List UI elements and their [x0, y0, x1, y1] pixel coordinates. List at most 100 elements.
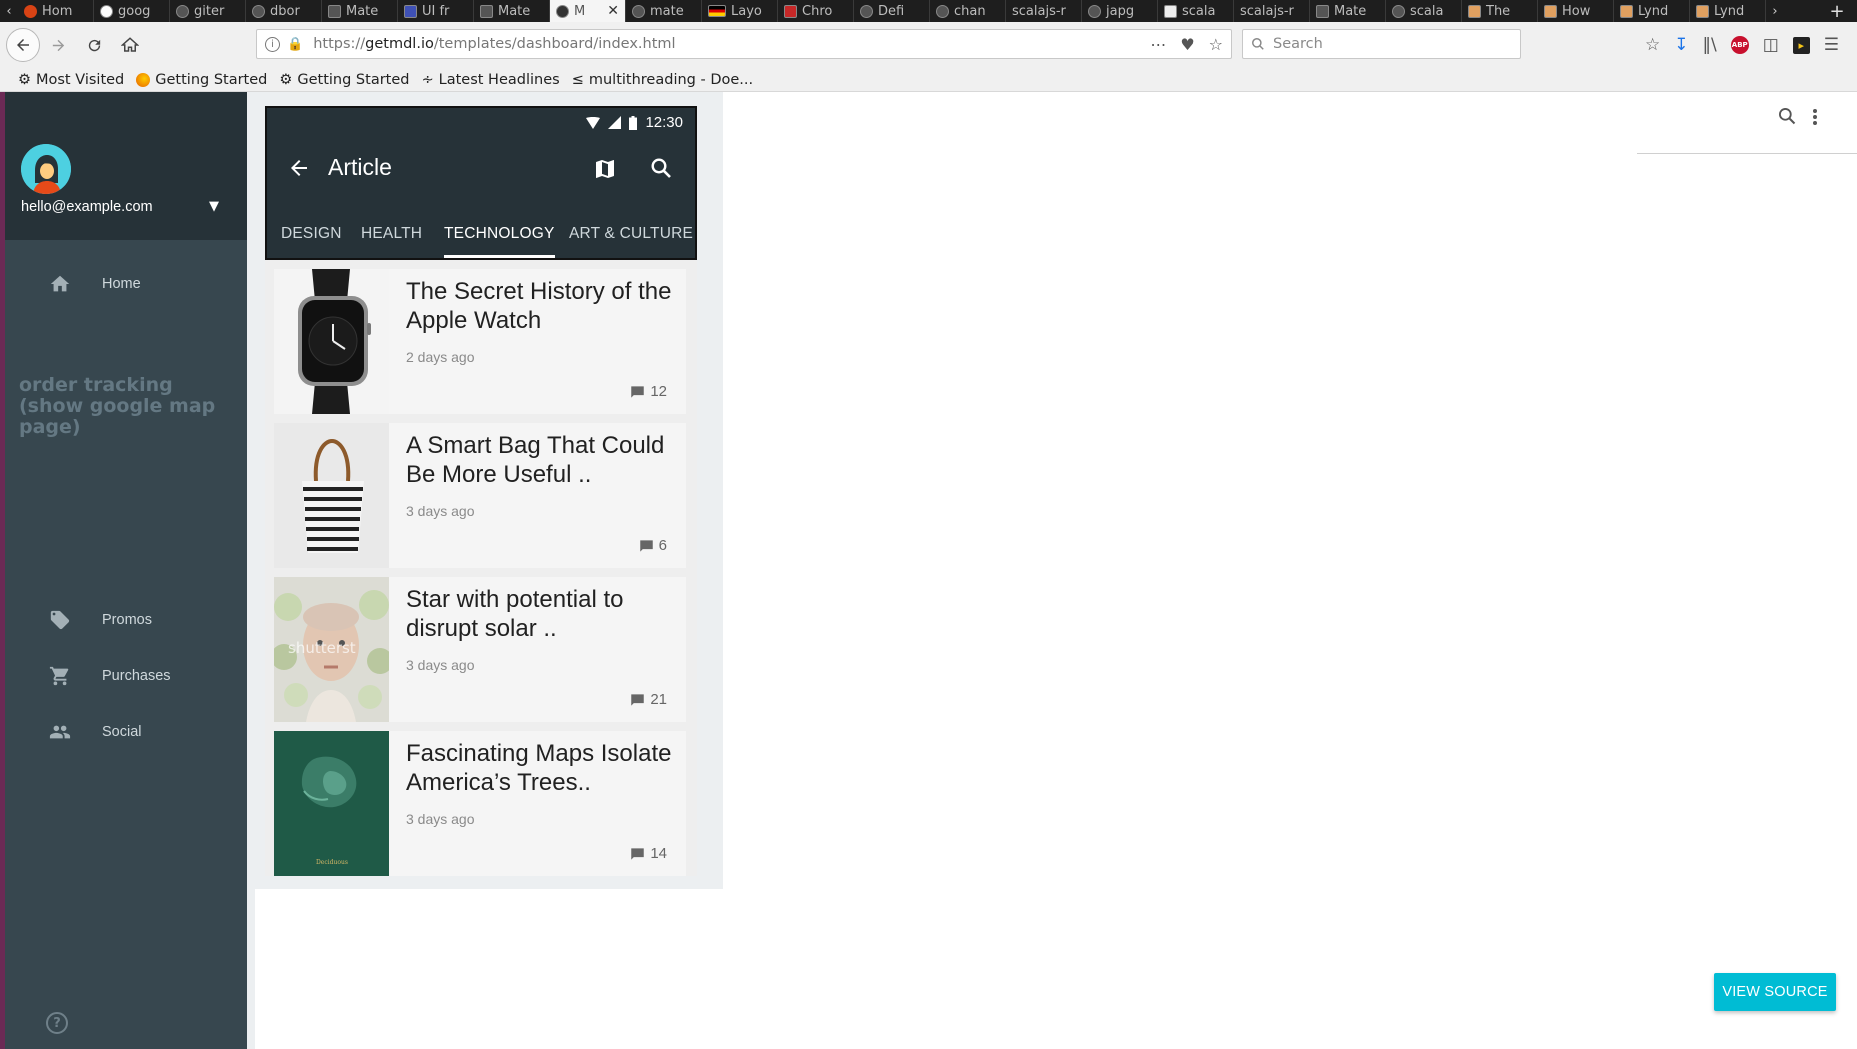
page-actions-icon[interactable]: ⋯	[1150, 35, 1166, 54]
github-icon	[252, 4, 265, 18]
portrait-image: shutterst	[274, 577, 389, 722]
gear-icon: ⚙	[18, 71, 31, 88]
reading-list-icon[interactable]: ☆	[1645, 35, 1660, 55]
browser-tab[interactable]: japg	[1082, 0, 1158, 22]
article-card[interactable]: shutterst Star with potential to disrupt…	[274, 577, 686, 722]
drawer-item-home[interactable]: Home	[5, 262, 247, 306]
browser-tab[interactable]: scalajs-r	[1234, 0, 1310, 22]
tab-technology[interactable]: TECHNOLOGY	[444, 208, 555, 260]
browser-tab[interactable]: giter	[170, 0, 246, 22]
mdl-icon	[556, 4, 569, 18]
browser-tab[interactable]: scala	[1158, 0, 1234, 22]
comment-count-value: 6	[658, 537, 667, 554]
download-icon[interactable]: ↧	[1674, 35, 1688, 55]
lock-icon[interactable]: 🔒	[287, 37, 303, 52]
browser-tab[interactable]: How	[1538, 0, 1614, 22]
tab-label: mate	[650, 3, 684, 19]
article-card[interactable]: Deciduous Fascinating Maps Isolate Ameri…	[274, 731, 686, 876]
tab-health[interactable]: HEALTH	[361, 208, 422, 260]
comment-count[interactable]: 6	[639, 537, 667, 554]
tab-scroll-left-icon[interactable]: ‹	[0, 4, 18, 19]
arrow-left-icon	[17, 39, 29, 51]
app-bar: 12:30 Article DESIGN HEALTH TECHNOLOGY A…	[265, 106, 697, 260]
drawer-item-social[interactable]: Social	[5, 710, 247, 754]
back-arrow-icon[interactable]	[287, 156, 311, 184]
browser-tab[interactable]: scalajs-r	[1006, 0, 1082, 22]
article-time: 3 days ago	[406, 503, 475, 519]
browser-tab[interactable]: goog	[94, 0, 170, 22]
sidebar-icon[interactable]: ◫	[1763, 35, 1779, 55]
browser-tab[interactable]: Layo	[702, 0, 778, 22]
home-button[interactable]	[112, 27, 148, 63]
account-dropdown-icon[interactable]: ▼	[209, 199, 219, 214]
map-icon[interactable]	[593, 157, 617, 185]
bookmark-label: Latest Headlines	[438, 71, 560, 88]
bookmark-getting-started[interactable]: Getting Started	[136, 72, 267, 88]
browser-tab[interactable]: scala	[1386, 0, 1462, 22]
browser-tab[interactable]: UI fr	[398, 0, 474, 22]
tab-art-culture[interactable]: ART & CULTURE	[569, 208, 693, 260]
tab-label: scalajs-r	[1012, 3, 1066, 19]
article-time: 2 days ago	[406, 349, 475, 365]
article-card[interactable]: A Smart Bag That Could Be More Useful ..…	[274, 423, 686, 568]
menu-icon[interactable]: ☰	[1824, 35, 1839, 55]
browser-tab[interactable]: Lynd	[1690, 0, 1766, 22]
browser-tab[interactable]: Chro	[778, 0, 854, 22]
browser-tab[interactable]: chan	[930, 0, 1006, 22]
user-avatar-icon	[21, 144, 71, 194]
tab-design[interactable]: DESIGN	[281, 208, 342, 260]
drawer-item-purchases[interactable]: Purchases	[5, 654, 247, 698]
more-vert-icon[interactable]	[1812, 108, 1818, 126]
view-source-button[interactable]: VIEW SOURCE	[1714, 973, 1836, 1011]
rss-icon: ∻	[421, 71, 434, 88]
tab-label: UI fr	[422, 3, 450, 19]
close-tab-icon[interactable]: ✕	[607, 3, 619, 19]
forward-button[interactable]	[40, 27, 76, 63]
browser-tab[interactable]: Hom	[18, 0, 94, 22]
pocket-icon[interactable]: ♥	[1180, 35, 1194, 54]
comment-count[interactable]: 21	[630, 691, 667, 708]
back-button[interactable]	[6, 28, 40, 62]
lynda-icon	[1620, 4, 1633, 18]
mdl-icon	[480, 4, 493, 18]
help-icon[interactable]: ?	[46, 1012, 68, 1034]
avatar[interactable]	[21, 144, 71, 194]
browser-tab[interactable]: Defi	[854, 0, 930, 22]
browser-tab[interactable]: Mate	[322, 0, 398, 22]
bookmark-getting-started-2[interactable]: ⚙ Getting Started	[279, 72, 409, 88]
category-tabs: DESIGN HEALTH TECHNOLOGY ART & CULTURE	[267, 208, 697, 260]
comment-count[interactable]: 12	[630, 383, 667, 400]
adblock-icon[interactable]: ABP	[1730, 36, 1749, 54]
search-bar[interactable]: Search	[1242, 29, 1521, 59]
url-bar[interactable]: i 🔒 https://getmdl.io/templates/dashboar…	[256, 29, 1232, 59]
article-title: Star with potential to disrupt solar ..	[406, 586, 624, 642]
info-icon[interactable]: i	[265, 36, 280, 52]
browser-tab[interactable]: mate	[626, 0, 702, 22]
tab-scroll-right-icon[interactable]: ›	[1766, 4, 1784, 19]
bookmark-multithreading[interactable]: ≤ multithreading - Doe...	[572, 72, 753, 88]
bookmark-most-visited[interactable]: ⚙ Most Visited	[18, 72, 124, 88]
browser-tab[interactable]: Mate	[1310, 0, 1386, 22]
library-icon[interactable]: ‖\	[1703, 35, 1717, 55]
page-content: hello@example.com ▼ Home order tracking …	[0, 92, 1857, 1049]
browser-tab[interactable]: Lynd	[1614, 0, 1690, 22]
browser-tab[interactable]: The	[1462, 0, 1538, 22]
comment-count[interactable]: 14	[630, 845, 667, 862]
tab-label: scala	[1410, 3, 1444, 19]
drawer-item-promos[interactable]: Promos	[5, 598, 247, 642]
extension-icon[interactable]: ▸	[1792, 36, 1810, 54]
search-icon[interactable]	[649, 156, 673, 184]
browser-tab[interactable]: dbor	[246, 0, 322, 22]
browser-tab-active[interactable]: M ✕	[550, 0, 626, 22]
cart-icon	[43, 665, 77, 687]
tab-label: chan	[954, 3, 986, 19]
drawer-item-label: Home	[102, 276, 141, 292]
bookmark-latest-headlines[interactable]: ∻ Latest Headlines	[421, 72, 559, 88]
bookmark-star-icon[interactable]: ☆	[1209, 35, 1223, 54]
article-card[interactable]: The Secret History of the Apple Watch 2 …	[274, 269, 686, 414]
browser-tab[interactable]: Mate	[474, 0, 550, 22]
reload-button[interactable]	[76, 27, 112, 63]
new-tab-icon[interactable]: +	[1817, 1, 1857, 22]
content-gutter	[247, 92, 255, 1049]
search-icon[interactable]	[1777, 106, 1797, 130]
